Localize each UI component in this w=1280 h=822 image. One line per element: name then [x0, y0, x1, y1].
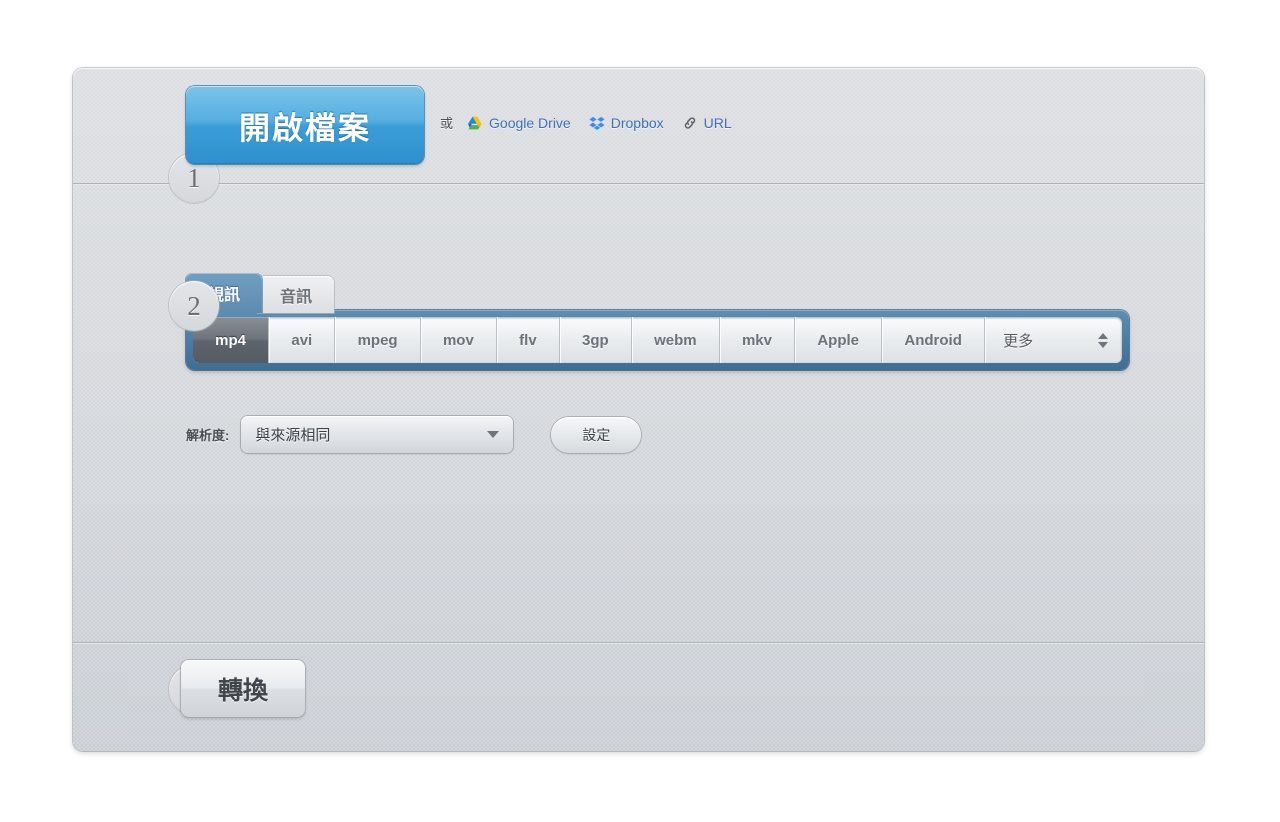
link-icon	[682, 115, 698, 131]
google-drive-icon	[467, 115, 483, 131]
format-option-mpeg[interactable]: mpeg	[334, 317, 419, 363]
format-option-flv-label: flv	[519, 331, 537, 349]
format-selector-bar: mp4 avi mpeg mov flv 3gp webm mkv Apple …	[186, 310, 1129, 370]
format-option-apple-label: Apple	[817, 331, 860, 349]
google-drive-link[interactable]: Google Drive	[467, 115, 571, 131]
arrow-up-icon	[1098, 332, 1109, 339]
settings-button[interactable]: 設定	[551, 416, 642, 453]
convert-section: 3 轉換	[73, 643, 1204, 751]
format-option-mkv-label: mkv	[741, 331, 772, 349]
format-section: 2 視訊 音訊 mp4 avi mpeg mov flv 3gp webm mk…	[73, 184, 1204, 643]
format-option-apple[interactable]: Apple	[794, 317, 881, 363]
arrow-down-icon	[1098, 341, 1109, 348]
open-file-button-label: 開啟檔案	[239, 110, 371, 146]
convert-button[interactable]: 轉換	[181, 660, 305, 717]
dropbox-icon	[589, 115, 605, 131]
url-link-label: URL	[703, 114, 732, 131]
format-option-mpeg-label: mpeg	[357, 331, 398, 349]
or-label: 或	[440, 116, 454, 131]
format-option-webm-label: webm	[654, 331, 697, 349]
tab-audio-label: 音訊	[280, 288, 313, 306]
format-option-3gp-label: 3gp	[582, 331, 609, 349]
convert-button-label: 轉換	[217, 676, 268, 705]
format-option-flv[interactable]: flv	[496, 317, 559, 363]
google-drive-link-label: Google Drive	[489, 114, 571, 131]
open-file-button[interactable]: 開啟檔案	[186, 86, 424, 164]
url-link[interactable]: URL	[682, 115, 732, 131]
format-option-more-label: 更多	[1003, 332, 1034, 350]
format-segment-group: mp4 avi mpeg mov flv 3gp webm mkv Apple …	[193, 317, 1122, 363]
format-option-android-label: Android	[904, 331, 962, 349]
cloud-sources-row: 或 Google Drive Dropbox URL	[440, 113, 741, 132]
open-file-section: 1 開啟檔案 或 Google Drive Dropbox URL	[73, 68, 1204, 203]
step-number-2-label: 2	[187, 290, 201, 321]
format-option-mkv[interactable]: mkv	[718, 317, 794, 363]
stepper-arrows-icon[interactable]	[1098, 332, 1109, 348]
dropbox-link-label: Dropbox	[610, 114, 664, 131]
format-option-avi[interactable]: avi	[268, 317, 334, 363]
resolution-label: 解析度:	[186, 428, 230, 443]
section-divider-1	[73, 183, 1204, 185]
step-number-2: 2	[169, 281, 219, 331]
step-number-1-label: 1	[187, 162, 201, 193]
format-option-android[interactable]: Android	[881, 317, 984, 363]
section-divider-2	[73, 642, 1204, 644]
resolution-row: 解析度: 與來源相同 設定	[186, 416, 642, 453]
format-option-webm[interactable]: webm	[630, 317, 719, 363]
resolution-select[interactable]: 與來源相同	[241, 416, 514, 453]
format-option-mov-label: mov	[442, 331, 474, 349]
chevron-down-icon	[487, 431, 500, 438]
format-option-mp4-label: mp4	[215, 331, 247, 349]
dropbox-link[interactable]: Dropbox	[589, 115, 664, 131]
format-option-avi-label: avi	[291, 331, 313, 349]
settings-button-label: 設定	[582, 426, 611, 443]
format-option-mov[interactable]: mov	[419, 317, 496, 363]
format-option-3gp[interactable]: 3gp	[558, 317, 631, 363]
format-option-more[interactable]: 更多	[984, 317, 1122, 363]
tab-audio[interactable]: 音訊	[258, 276, 335, 313]
resolution-select-value: 與來源相同	[255, 427, 331, 444]
converter-panel: 1 開啟檔案 或 Google Drive Dropbox URL 2 視訊 音…	[73, 68, 1204, 751]
